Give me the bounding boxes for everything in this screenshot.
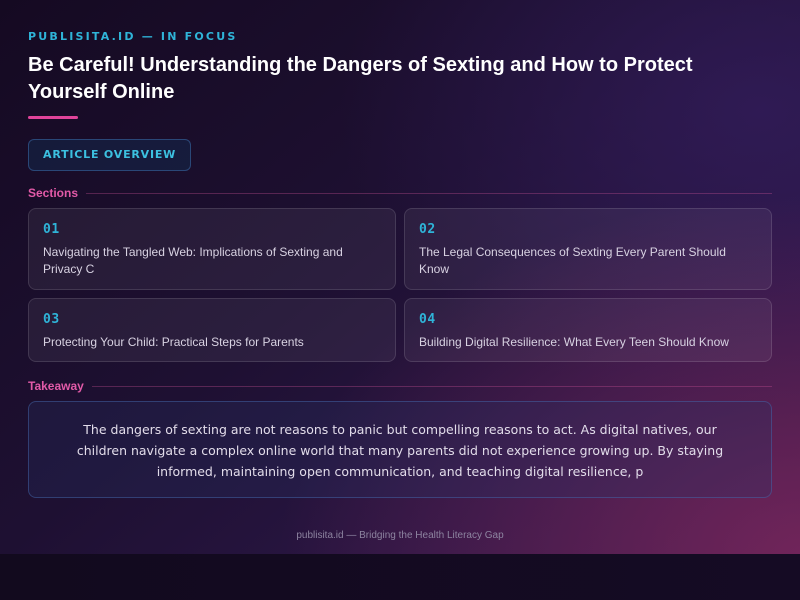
article-overview-button[interactable]: ARTICLE OVERVIEW	[28, 139, 192, 171]
section-number: 01	[43, 222, 60, 237]
sections-grid: 01 Navigating the Tangled Web: Implicati…	[28, 208, 772, 362]
section-tile-02[interactable]: 02 The Legal Consequences of Sexting Eve…	[404, 208, 772, 290]
section-number: 02	[419, 222, 436, 237]
sections-heading-label: Sections	[28, 186, 79, 200]
section-title: Protecting Your Child: Practical Steps f…	[43, 335, 304, 349]
section-tile-03[interactable]: 03 Protecting Your Child: Practical Step…	[28, 298, 396, 362]
bottom-band	[0, 554, 800, 600]
section-title: The Legal Consequences of Sexting Every …	[419, 245, 726, 276]
section-title: Navigating the Tangled Web: Implications…	[43, 245, 343, 276]
takeaway-heading: Takeaway	[28, 378, 772, 394]
section-number: 04	[419, 312, 436, 327]
section-tile-01[interactable]: 01 Navigating the Tangled Web: Implicati…	[28, 208, 396, 290]
sections-heading: Sections	[28, 185, 772, 201]
section-number: 03	[43, 312, 60, 327]
takeaway-text: The dangers of sexting are not reasons t…	[28, 401, 772, 498]
section-tile-04[interactable]: 04 Building Digital Resilience: What Eve…	[404, 298, 772, 362]
eyebrow-label: PUBLISITA.ID — IN FOCUS	[28, 30, 238, 43]
takeaway-heading-label: Takeaway	[28, 379, 84, 393]
section-title: Building Digital Resilience: What Every …	[419, 335, 729, 349]
title-underline-divider	[28, 116, 78, 119]
takeaway-heading-rule	[91, 385, 772, 387]
article-card: PUBLISITA.ID — IN FOCUS Be Careful! Unde…	[0, 0, 800, 554]
page-title: Be Careful! Understanding the Dangers of…	[28, 54, 693, 103]
sections-heading-rule	[86, 192, 772, 194]
footer-text: publisita.id — Bridging the Health Liter…	[296, 530, 504, 541]
